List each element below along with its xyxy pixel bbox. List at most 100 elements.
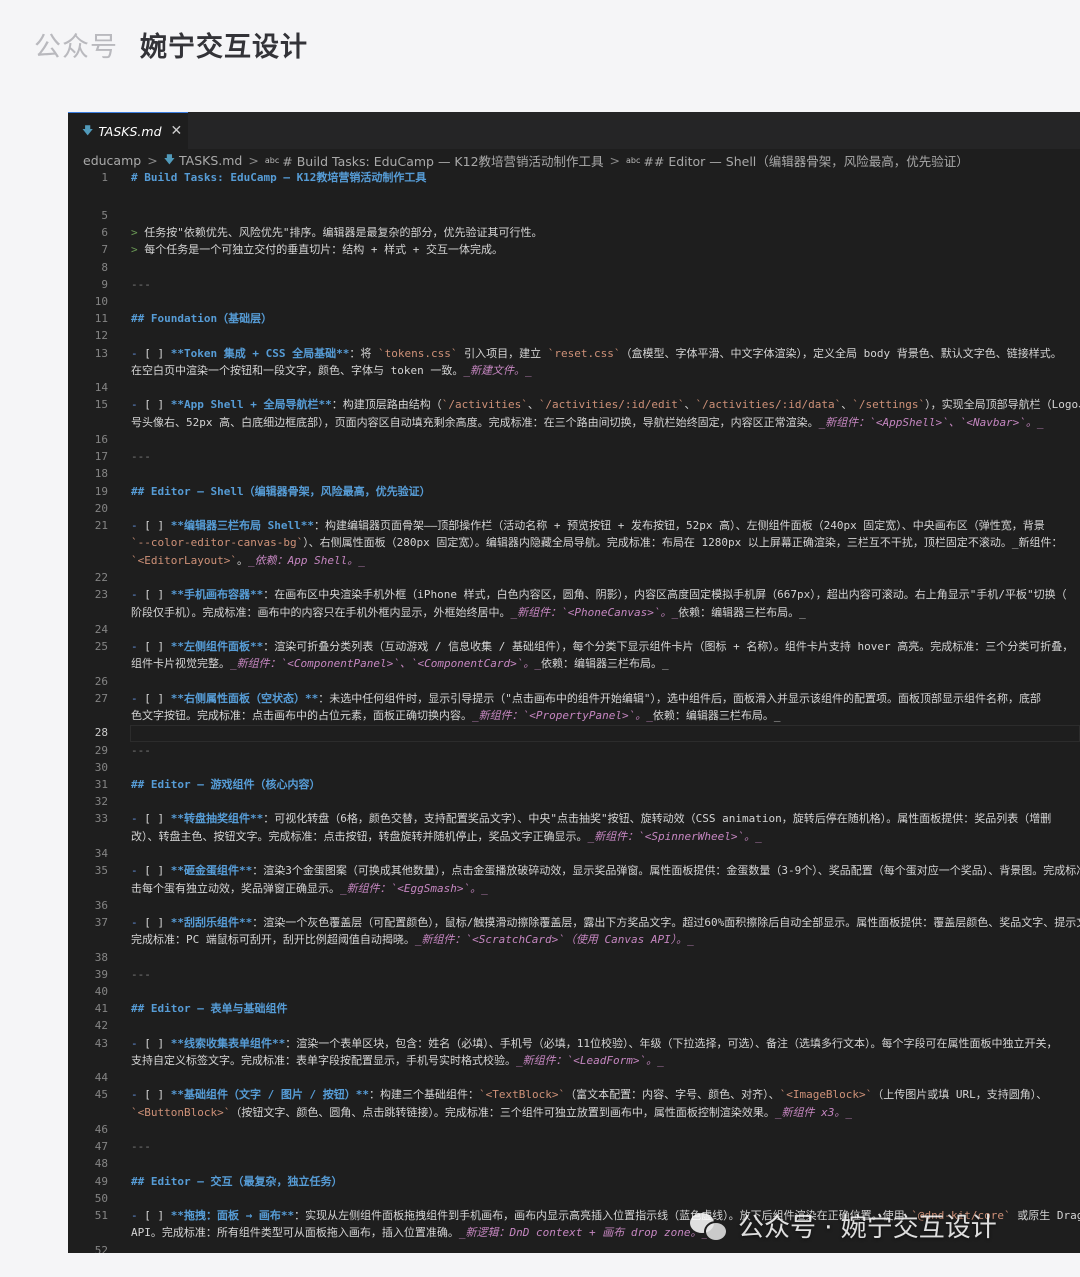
line-number: 43 [94, 1036, 108, 1050]
code-line[interactable]: 阶段仅手机）。完成标准：画布中的内容只在手机外框内显示，外框始终居中。_新组件：… [131, 604, 806, 621]
line-number: 10 [94, 295, 108, 308]
symbol-string-icon: abc [264, 155, 280, 165]
code-line[interactable]: --- [131, 276, 151, 293]
code-line[interactable]: `<ButtonBlock>`（按钮文字、颜色、圆角、点击跳转链接）。完成标准：… [131, 1104, 852, 1121]
code-line[interactable]: --- [131, 742, 151, 759]
line-number: 28 [94, 726, 108, 740]
code-line[interactable]: 支持自定义标签文字。完成标准：表单字段按配置显示，手机号实时格式校验。_新组件：… [131, 1052, 664, 1069]
breadcrumb-item-heading[interactable]: # Build Tasks: EduCamp — K12教培营销活动制作工具 [282, 151, 603, 170]
code-line[interactable]: > 任务按"依赖优先、风险优先"排序。编辑器是最复杂的部分，优先验证其可行性。 [131, 224, 543, 241]
line-number: 26 [94, 674, 108, 688]
code-line[interactable]: 号头像右、52px 高、白底细边框底部），页面内容区自动填充剩余高度。完成标准：… [131, 414, 1044, 431]
line-number: 34 [94, 847, 108, 860]
chevron-right-icon: > [609, 152, 621, 168]
line-number: 25 [94, 640, 108, 653]
page-header: 公众号 婉宁交互设计 [34, 24, 308, 64]
code-editor-window: 🡇 TASKS.md ✕ educamp > 🡇 TASKS.md > abc … [68, 112, 1080, 1253]
line-number: 12 [94, 329, 108, 343]
line-number: 19 [94, 484, 108, 498]
code-line[interactable]: 改）、转盘主色、按钮文字。完成标准：点击按钮，转盘旋转并随机停止，奖品文字正确显… [131, 828, 762, 845]
chevron-right-icon: > [147, 152, 158, 168]
line-number: 48 [94, 1157, 108, 1171]
breadcrumb-item-section[interactable]: ## Editor — Shell（编辑器骨架，风险最高，优先验证） [643, 151, 968, 170]
code-line[interactable]: - [ ] **编辑器三栏布局 Shell**：构建编辑器页面骨架——顶部操作栏… [131, 517, 1045, 534]
line-number: 35 [94, 864, 108, 878]
line-number: 30 [94, 760, 108, 774]
watermark-text: 公众号 · 婉宁交互设计 [738, 1213, 997, 1243]
line-number: 16 [94, 433, 108, 446]
code-line[interactable]: ## Editor — Shell（编辑器骨架，风险最高，优先验证） [131, 483, 431, 500]
symbol-string-icon: abc [626, 155, 641, 165]
line-number: 7 [101, 243, 108, 257]
code-line[interactable]: ## Editor — 表单与基础组件 [131, 1000, 287, 1017]
code-line[interactable]: - [ ] **基础组件（文字 / 图片 / 按钮）**：构建三个基础组件：`<… [131, 1086, 1047, 1103]
line-number: 1 [101, 171, 108, 184]
line-number: 41 [94, 1002, 108, 1016]
line-number: 9 [101, 277, 108, 291]
editor-tab-bar: 🡇 TASKS.md ✕ [68, 112, 1080, 149]
line-number: 22 [94, 571, 108, 584]
account-name: 婉宁交互设计 [140, 31, 308, 63]
line-number: 44 [94, 1071, 108, 1085]
breadcrumb-item-file[interactable]: TASKS.md [179, 153, 242, 168]
watermark: 公众号 · 婉宁交互设计 [690, 1207, 997, 1244]
code-line[interactable]: ## Editor — 游戏组件（核心内容） [131, 776, 320, 793]
line-number: 27 [94, 691, 108, 705]
line-number: 20 [94, 501, 108, 515]
current-line-highlight [130, 725, 1080, 743]
line-number: 11 [94, 312, 108, 326]
line-number: 13 [94, 346, 108, 360]
code-line[interactable]: # Build Tasks: EduCamp — K12教培营销活动制作工具 [131, 169, 426, 186]
line-number: 47 [94, 1140, 108, 1154]
code-line[interactable]: - [ ] **砸金蛋组件**：渲染3个金蛋图案（可换成其他数量），点击金蛋播放… [131, 862, 1080, 879]
line-number: 33 [94, 812, 108, 826]
code-line[interactable]: ## Editor — 交互（最复杂，独立任务） [131, 1173, 342, 1190]
code-line[interactable]: 完成标准：PC 端鼠标可刮开，刮开比例超阈值自动揭晓。_新组件：`<Scratc… [131, 931, 694, 948]
code-line[interactable]: - [ ] **线索收集表单组件**：渲染一个表单区块，包含：姓名（必填）、手机… [131, 1035, 1058, 1052]
line-number: 14 [94, 381, 108, 395]
line-number: 51 [94, 1209, 108, 1222]
code-line[interactable]: 色文字按钮。完成标准：点击画布中的占位元素，面板正确切换内容。_新组件：`<Pr… [131, 707, 780, 724]
code-line[interactable]: `<EditorLayout>`。_依赖：App Shell。_ [131, 552, 365, 569]
line-number: 52 [94, 1243, 108, 1253]
line-number: 17 [94, 450, 108, 464]
code-line[interactable]: 在空白页中渲染一个按钮和一段文字，颜色、字体与 token 一致。_新建文件。_ [131, 362, 532, 379]
code-line[interactable]: 击每个蛋有独立动效，奖品弹窗正确显示。_新组件：`<EggSmash>`。_ [131, 880, 488, 897]
line-number: 15 [94, 398, 108, 412]
tab-tasks-md[interactable]: 🡇 TASKS.md ✕ [68, 112, 188, 149]
line-number: 8 [101, 260, 108, 274]
code-line[interactable]: - [ ] **右侧属性面板（空状态）**：未选中任何组件时，显示引导提示（"点… [131, 690, 1041, 707]
code-line[interactable]: - [ ] **手机画布容器**：在画布区中央渲染手机外框（iPhone 样式，… [131, 586, 1067, 603]
code-line[interactable]: > 每个任务是一个可独立交付的垂直切片：结构 + 样式 + 交互一体完成。 [131, 241, 503, 258]
markdown-file-icon: 🡇 [82, 123, 94, 137]
line-number: 24 [94, 622, 108, 636]
tab-label: TASKS.md [98, 123, 162, 139]
line-number: 18 [94, 467, 108, 481]
wechat-icon [690, 1211, 728, 1242]
breadcrumb-item-folder[interactable]: educamp [83, 153, 141, 168]
line-number: 40 [94, 985, 108, 998]
line-number: 42 [94, 1019, 108, 1033]
line-number: 5 [101, 209, 108, 222]
close-icon[interactable]: ✕ [171, 123, 183, 139]
code-line[interactable]: - [ ] **左侧组件面板**：渲染可折叠分类列表（互动游戏 / 信息收集 /… [131, 638, 1073, 655]
line-number: 49 [94, 1174, 108, 1188]
code-line[interactable]: - [ ] **转盘抽奖组件**：可视化转盘（6格，颜色交替，支持配置奖品文字）… [131, 810, 1051, 827]
account-type-label: 公众号 [34, 31, 118, 63]
line-number: 32 [94, 795, 108, 809]
code-line[interactable]: --- [131, 966, 151, 983]
code-line[interactable]: ## Foundation（基础层） [131, 310, 272, 327]
line-number: 36 [94, 898, 108, 912]
code-line[interactable]: --- [131, 1138, 151, 1155]
line-number: 46 [94, 1123, 108, 1136]
code-line[interactable]: --- [131, 448, 151, 465]
code-line[interactable]: - [ ] **App Shell + 全局导航栏**：构建顶层路由结构（`/a… [131, 396, 1080, 413]
line-number: 29 [94, 743, 108, 757]
code-line[interactable]: 组件卡片视觉完整。_新组件：`<ComponentPanel>`、`<Compo… [131, 655, 669, 672]
chevron-right-icon: > [248, 152, 259, 168]
line-number: 31 [94, 778, 108, 791]
code-line[interactable]: `--color-editor-canvas-bg`）、右侧属性面板（280px… [131, 534, 1063, 551]
code-line[interactable]: - [ ] **Token 集成 + CSS 全局基础**：将 `tokens.… [131, 345, 1062, 362]
code-line[interactable]: - [ ] **刮刮乐组件**：渲染一个灰色覆盖层（可配置颜色），鼠标/触摸滑动… [131, 914, 1080, 931]
code-line[interactable]: API。完成标准：所有组件类型可从面板拖入画布，插入位置准确。_新逻辑：DnD … [131, 1224, 708, 1241]
